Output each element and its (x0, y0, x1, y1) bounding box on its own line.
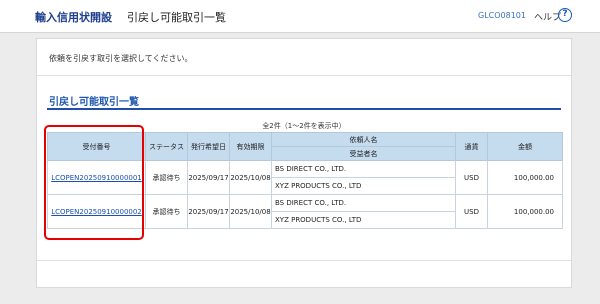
highlight-box (44, 125, 144, 240)
col-applicant: 依頼人名 (271, 132, 456, 147)
col-expiry: 有効期限 (229, 132, 272, 161)
issue-date-cell: 2025/09/17 (187, 194, 230, 229)
col-status: ステータス (145, 132, 188, 161)
beneficiary-cell: XYZ PRODUCTS CO., LTD (271, 211, 456, 229)
page-title: 引戻し可能取引一覧 (127, 11, 226, 24)
status-cell: 承認待ち (145, 194, 188, 229)
expiry-cell: 2025/10/08 (229, 160, 272, 195)
col-issue-date: 発行希望日 (187, 132, 230, 161)
col-amount: 金額 (487, 132, 563, 161)
divider (37, 260, 571, 261)
amount-cell: 100,000.00 (487, 160, 563, 195)
divider (37, 75, 571, 76)
col-beneficiary: 受益者名 (271, 146, 456, 161)
applicant-cell: BS DIRECT CO., LTD. (271, 160, 456, 178)
section-title: 引戻し可能取引一覧 (49, 97, 139, 108)
instruction-text: 依頼を引戻す取引を選択してください。 (49, 54, 193, 63)
beneficiary-cell: XYZ PRODUCTS CO., LTD (271, 177, 456, 195)
help-link[interactable]: ヘルプ (534, 10, 561, 23)
app-title: 輸入信用状開設 (35, 11, 112, 24)
screen-id: GLCO08101 (478, 11, 526, 20)
currency-cell: USD (455, 194, 488, 229)
currency-cell: USD (455, 160, 488, 195)
issue-date-cell: 2025/09/17 (187, 160, 230, 195)
amount-cell: 100,000.00 (487, 194, 563, 229)
help-icon[interactable]: ? (558, 8, 572, 22)
applicant-cell: BS DIRECT CO., LTD. (271, 194, 456, 212)
expiry-cell: 2025/10/08 (229, 194, 272, 229)
col-currency: 通貨 (455, 132, 488, 161)
section-rule (47, 108, 561, 110)
top-bar: 輸入信用状開設 引戻し可能取引一覧 GLCO08101 ヘルプ ? (0, 0, 600, 33)
status-cell: 承認待ち (145, 160, 188, 195)
